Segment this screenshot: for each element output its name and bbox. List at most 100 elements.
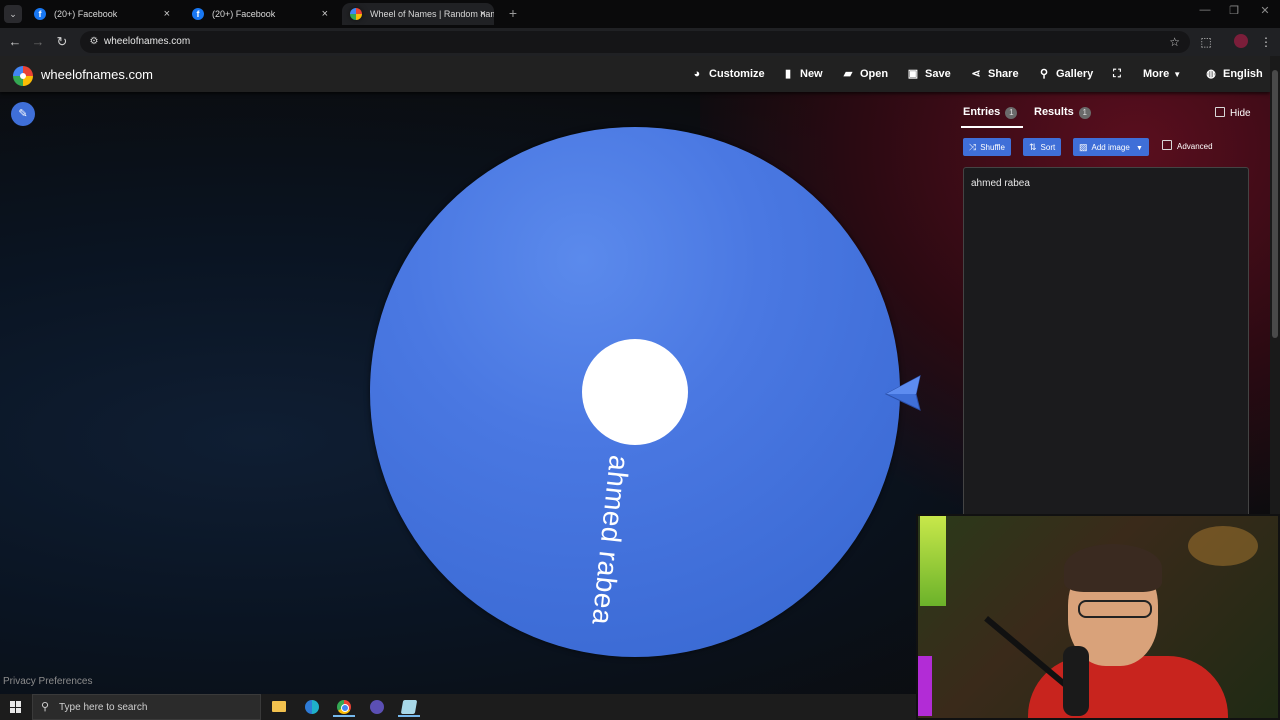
palette-icon: ◕ bbox=[693, 68, 701, 80]
hide-checkbox[interactable]: Hide bbox=[1215, 107, 1251, 119]
tab-label: Results bbox=[1034, 106, 1074, 118]
bookmark-star-icon[interactable]: ☆ bbox=[1169, 31, 1180, 53]
tab-strip: ⌄ f (20+) Facebook × f (20+) Facebook × … bbox=[0, 0, 1280, 28]
taskbar-file-explorer[interactable] bbox=[268, 697, 290, 717]
advanced-checkbox[interactable]: Advanced bbox=[1162, 140, 1213, 151]
save-button[interactable]: ▣ Save bbox=[906, 56, 951, 92]
edge-icon bbox=[305, 700, 319, 714]
shuffle-button[interactable]: ⤨ Shuffle bbox=[963, 138, 1011, 156]
menu-label: New bbox=[800, 68, 823, 80]
url-text[interactable]: wheelofnames.com bbox=[104, 31, 190, 53]
folder-open-icon: ▰ bbox=[843, 68, 853, 80]
fullscreen-button[interactable]: ⛶ bbox=[1110, 56, 1129, 92]
back-button[interactable]: ← bbox=[5, 32, 25, 52]
taskbar-chrome[interactable] bbox=[333, 697, 355, 717]
menu-label: Customize bbox=[709, 68, 765, 80]
taskbar-notes[interactable] bbox=[398, 697, 420, 717]
webcam-lamp bbox=[1188, 526, 1258, 566]
taskbar-obs[interactable] bbox=[366, 697, 388, 717]
more-menu-button[interactable]: More ▼ bbox=[1143, 56, 1181, 92]
tab-label: Entries bbox=[963, 106, 1001, 118]
fullscreen-icon: ⛶ bbox=[1113, 68, 1121, 80]
advanced-label: Advanced bbox=[1177, 142, 1213, 151]
windows-start-icon[interactable] bbox=[10, 701, 22, 713]
close-window-button[interactable]: ✕ bbox=[1250, 4, 1280, 17]
checkbox-icon bbox=[1215, 107, 1225, 117]
tab-close-icon[interactable]: × bbox=[322, 3, 328, 25]
entry-line: ahmed rabea bbox=[971, 178, 1030, 189]
search-placeholder: Type here to search bbox=[59, 702, 148, 713]
button-label: Sort bbox=[1040, 143, 1056, 152]
menu-label: Open bbox=[860, 68, 889, 80]
site-logo[interactable]: wheelofnames.com bbox=[41, 56, 153, 94]
language-button[interactable]: ◍ English bbox=[1204, 56, 1263, 92]
tab-title: Wheel of Names | Random nam bbox=[370, 9, 494, 19]
tab-results[interactable]: Results 1 bbox=[1034, 106, 1091, 119]
button-label: Add image bbox=[1091, 143, 1130, 152]
tab-wheel-of-names[interactable]: Wheel of Names | Random nam × bbox=[342, 3, 494, 25]
new-tab-button[interactable]: + bbox=[505, 3, 521, 23]
checkbox-icon bbox=[1162, 140, 1172, 150]
windows-taskbar: ⚲ Type here to search bbox=[0, 694, 916, 720]
edit-pencil-button[interactable]: ✎ bbox=[11, 102, 35, 126]
reload-button[interactable]: ↻ bbox=[52, 32, 72, 52]
webcam-light bbox=[918, 656, 932, 716]
menu-label: English bbox=[1223, 68, 1263, 80]
webcam-person-body bbox=[1028, 656, 1228, 718]
customize-button[interactable]: ◕ Customize bbox=[690, 56, 765, 92]
sort-button[interactable]: ⇅ Sort bbox=[1023, 138, 1062, 156]
tab-title: (20+) Facebook bbox=[54, 9, 118, 19]
share-button[interactable]: ⋖ Share bbox=[969, 56, 1019, 92]
gallery-button[interactable]: ⚲ Gallery bbox=[1037, 56, 1093, 92]
tab-entries[interactable]: Entries 1 bbox=[963, 106, 1018, 119]
scrollbar-thumb[interactable] bbox=[1272, 70, 1278, 338]
menu-label: Save bbox=[925, 68, 951, 80]
profile-avatar[interactable] bbox=[1234, 34, 1248, 48]
tab-facebook-2[interactable]: f (20+) Facebook × bbox=[184, 3, 336, 25]
search-icon: ⚲ bbox=[1039, 68, 1049, 80]
wheel-pointer-icon bbox=[884, 375, 921, 411]
tab-close-icon[interactable]: × bbox=[480, 3, 486, 25]
results-count-badge: 1 bbox=[1078, 107, 1091, 119]
entries-count-badge: 1 bbox=[1005, 107, 1018, 119]
chevron-down-icon: ▼ bbox=[1173, 70, 1182, 79]
active-tab-indicator bbox=[961, 126, 1023, 128]
add-image-button[interactable]: ▨ Add image ▼ bbox=[1073, 138, 1149, 156]
extensions-icon[interactable]: ⬚ bbox=[1196, 32, 1216, 52]
spin-wheel[interactable]: ahmed rabea bbox=[370, 127, 900, 657]
notes-icon bbox=[400, 700, 418, 714]
search-icon: ⚲ bbox=[41, 701, 50, 713]
taskbar-edge[interactable] bbox=[301, 697, 323, 717]
tab-close-icon[interactable]: × bbox=[164, 3, 170, 25]
wheel-center-hub[interactable] bbox=[582, 339, 688, 445]
webcam-neon-sign bbox=[920, 516, 946, 606]
logo-wheel-icon[interactable] bbox=[13, 66, 33, 86]
minimize-button[interactable]: — bbox=[1190, 4, 1220, 16]
new-button[interactable]: ▮ New bbox=[781, 56, 823, 92]
app-navbar: wheelofnames.com ◕ Customize ▮ New ▰ Open ▣… bbox=[0, 56, 1270, 92]
tab-search-button[interactable]: ⌄ bbox=[4, 5, 22, 23]
forward-button[interactable]: → bbox=[28, 32, 48, 52]
image-icon: ▨ bbox=[1079, 142, 1088, 152]
tab-title: (20+) Facebook bbox=[212, 9, 276, 19]
open-button[interactable]: ▰ Open bbox=[841, 56, 888, 92]
site-info-icon[interactable]: ⚙ bbox=[86, 34, 102, 50]
tab-facebook-1[interactable]: f (20+) Facebook × bbox=[26, 3, 178, 25]
chevron-down-icon: ▼ bbox=[1136, 145, 1143, 152]
facebook-icon: f bbox=[192, 8, 204, 20]
menu-label: Gallery bbox=[1056, 68, 1094, 80]
webcam-mic-arm bbox=[984, 616, 1073, 692]
privacy-preferences-link[interactable]: Privacy Preferences bbox=[3, 676, 92, 687]
button-label: Shuffle bbox=[980, 143, 1005, 152]
webcam-person-glasses bbox=[1078, 600, 1152, 618]
webcam-person-hair bbox=[1064, 544, 1162, 592]
maximize-button[interactable]: ❐ bbox=[1219, 4, 1249, 17]
taskbar-search[interactable]: ⚲ Type here to search bbox=[32, 694, 261, 720]
sort-icon: ⇅ bbox=[1029, 142, 1037, 152]
hide-label: Hide bbox=[1230, 108, 1251, 119]
wheel-entry-label: ahmed rabea bbox=[586, 453, 635, 627]
address-bar[interactable]: ⚙ wheelofnames.com ☆ bbox=[80, 31, 1190, 53]
menu-label: Share bbox=[988, 68, 1019, 80]
browser-menu-icon[interactable]: ⋮ bbox=[1256, 32, 1276, 52]
save-icon: ▣ bbox=[907, 68, 919, 80]
